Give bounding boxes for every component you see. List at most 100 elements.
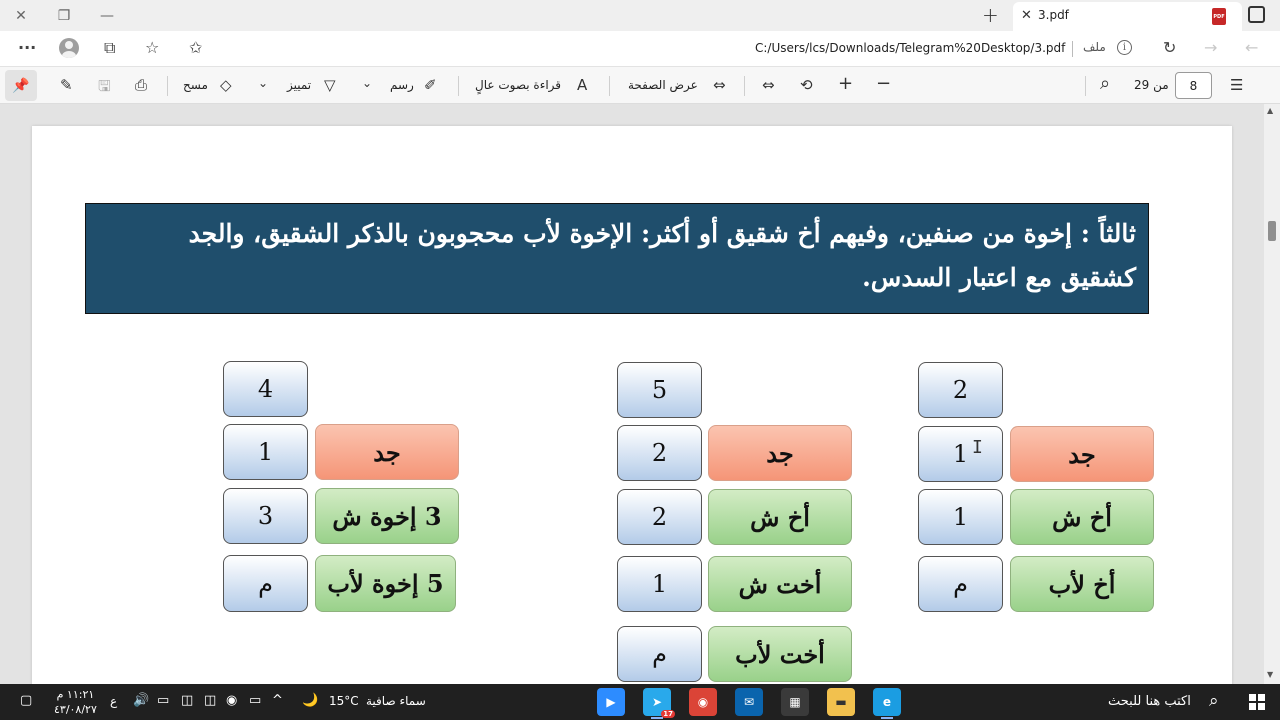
table-right-share: م — [918, 556, 1003, 612]
tab-close-icon[interactable]: ✕ — [1021, 8, 1032, 23]
pin-toolbar-button[interactable]: 📌 — [5, 70, 37, 101]
telegram-glyph: ➤ — [651, 695, 663, 709]
show-hidden-icons-icon[interactable]: ^ — [272, 693, 283, 708]
restore-icon: ❐ — [57, 7, 71, 24]
minimize-icon: — — [100, 7, 114, 24]
taskbar-search-icon[interactable]: ⌕ — [1209, 691, 1219, 711]
table-middle-heir: أخ ش — [708, 489, 852, 545]
save-icon[interactable]: 🖫 — [98, 76, 111, 101]
record-icon[interactable]: ◉ — [226, 693, 237, 708]
file-label: ملف — [1083, 40, 1106, 54]
table-right-heir: أخ ش — [1010, 489, 1154, 545]
table-middle-share: 2 — [617, 489, 702, 545]
draw-dropdown-icon[interactable]: ⌄ — [362, 76, 372, 90]
mail-app-icon[interactable]: ✉ — [735, 688, 763, 716]
table-right-share: 1 — [918, 489, 1003, 545]
rule-banner: ثالثاً : إخوة من صنفين، وفيهم أخ شقيق أو… — [85, 203, 1149, 314]
scrollbar-thumb[interactable] — [1268, 221, 1276, 241]
rotate-icon[interactable]: ⟲ — [800, 76, 813, 94]
battery-icon[interactable]: ▭ — [157, 693, 169, 708]
network-icon[interactable]: ◫ — [181, 693, 193, 708]
scroll-down-icon[interactable]: ▼ — [1267, 670, 1273, 679]
new-tab-button[interactable]: + — [982, 3, 999, 27]
zoom-in-icon[interactable]: + — [838, 73, 853, 94]
edge-app-icon[interactable]: e — [873, 688, 901, 719]
table-left-total: 4 — [223, 361, 308, 417]
settings-menu-icon[interactable]: ··· — [18, 38, 36, 57]
print-icon[interactable]: ⎙ — [135, 76, 147, 94]
fit-page-icon[interactable]: ⇔ — [762, 76, 775, 94]
vertical-scrollbar[interactable]: ▲ ▼ — [1264, 104, 1280, 684]
zoom-out-icon[interactable]: − — [876, 73, 891, 94]
table-left-share: م — [223, 555, 308, 612]
tab-actions-icon[interactable] — [1248, 6, 1265, 23]
forward-icon[interactable]: → — [1204, 38, 1217, 57]
table-right-total: 2 — [918, 362, 1003, 418]
restore-window-button[interactable]: ❐ — [43, 0, 85, 31]
search-icon[interactable]: ⌕ — [1100, 73, 1110, 94]
clock-time: ١١:٢١ م — [56, 688, 95, 701]
add-favorite-icon[interactable]: ✩ — [189, 38, 202, 57]
scroll-up-icon[interactable]: ▲ — [1267, 106, 1273, 115]
temperature[interactable]: 15°C — [329, 694, 359, 708]
store-app-icon[interactable]: ▦ — [781, 688, 809, 716]
site-info-icon[interactable]: i — [1117, 40, 1132, 55]
address-bar: ··· ⧉ ☆ ✩ C:/Users/lcs/Downloads/Telegra… — [0, 31, 1280, 67]
table-middle-heir: جد — [708, 425, 852, 481]
page-number-input[interactable]: 8 — [1175, 72, 1212, 99]
clock[interactable]: ١١:٢١ م ٤٣/٠٨/٢٧ — [54, 687, 97, 717]
toolbar-divider — [167, 76, 168, 96]
file-explorer-icon[interactable]: ▬ — [827, 688, 855, 716]
erase-label[interactable]: مسح — [183, 78, 208, 92]
read-aloud-icon[interactable]: A — [577, 76, 587, 94]
telegram-app-icon[interactable]: ➤ 17 — [643, 688, 675, 719]
toolbar-divider — [744, 76, 745, 96]
back-icon[interactable]: ← — [1245, 38, 1258, 57]
url-text[interactable]: C:/Users/lcs/Downloads/Telegram%20Deskto… — [755, 41, 1065, 55]
toolbar-divider — [458, 76, 459, 96]
page-view-label[interactable]: عرض الصفحة — [628, 78, 698, 92]
collections-icon[interactable]: ⧉ — [104, 38, 115, 58]
page-view-icon[interactable]: ⇔ — [713, 76, 726, 94]
save-as-icon[interactable]: ✎ — [60, 76, 73, 94]
profile-avatar[interactable] — [59, 38, 79, 58]
read-aloud-label[interactable]: قراءة بصوت عالٍ — [475, 78, 561, 92]
taskbar-search-input[interactable]: اكتب هنا للبحث — [1108, 694, 1191, 709]
table-right-heir: أخ لأب — [1010, 556, 1154, 612]
minimize-window-button[interactable]: — — [86, 0, 128, 31]
weather-text[interactable]: سماء صافية — [366, 694, 426, 708]
table-left-heir: جد — [315, 424, 459, 480]
table-middle-total: 5 — [617, 362, 702, 418]
highlight-label[interactable]: تمييز — [287, 78, 311, 92]
highlight-dropdown-icon[interactable]: ⌄ — [258, 76, 268, 90]
windows-logo-icon — [1249, 694, 1256, 701]
draw-icon[interactable]: ✐ — [424, 76, 437, 94]
table-middle-share: م — [617, 626, 702, 682]
tab-title: 3.pdf — [1038, 8, 1069, 22]
app-tray-icon[interactable]: ◫ — [204, 693, 216, 708]
toolbar-divider — [1085, 76, 1086, 96]
close-window-button[interactable]: ✕ — [0, 0, 42, 31]
table-middle-heir: أخت ش — [708, 556, 852, 612]
notification-center-icon[interactable]: ▢ — [20, 693, 32, 708]
eraser-icon[interactable]: ◇ — [220, 76, 232, 94]
language-indicator[interactable]: ع — [110, 694, 117, 708]
tab-pdf[interactable]: ✕ 3.pdf PDF — [1013, 2, 1242, 31]
table-of-contents-icon[interactable]: ☰ — [1230, 76, 1243, 94]
pdf-toolbar: 📌 ✎ 🖫 ⎙ مسح ◇ ⌄ تمييز ▽ ⌄ رسم ✐ قراءة بص… — [0, 67, 1280, 104]
table-right-share: 1 — [918, 426, 1003, 482]
title-bar: ✕ ❐ — + ✕ 3.pdf PDF — [0, 0, 1280, 31]
tray-app-icon[interactable]: ▭ — [249, 693, 261, 708]
clock-date: ٤٣/٠٨/٢٧ — [54, 703, 97, 716]
banner-line-2: كشقيق مع اعتبار السدس. — [862, 263, 1136, 292]
table-right-heir: جد — [1010, 426, 1154, 482]
favorites-icon[interactable]: ☆ — [145, 38, 159, 57]
draw-label[interactable]: رسم — [390, 78, 414, 92]
highlight-icon[interactable]: ▽ — [324, 76, 336, 94]
zoom-app-icon[interactable]: ▶ — [597, 688, 625, 716]
start-button[interactable] — [1249, 694, 1265, 710]
chrome-app-icon[interactable]: ◉ — [689, 688, 717, 716]
refresh-icon[interactable]: ↻ — [1163, 38, 1176, 57]
table-left-share: 1 — [223, 424, 308, 480]
volume-icon[interactable]: 🔊 — [133, 693, 149, 708]
